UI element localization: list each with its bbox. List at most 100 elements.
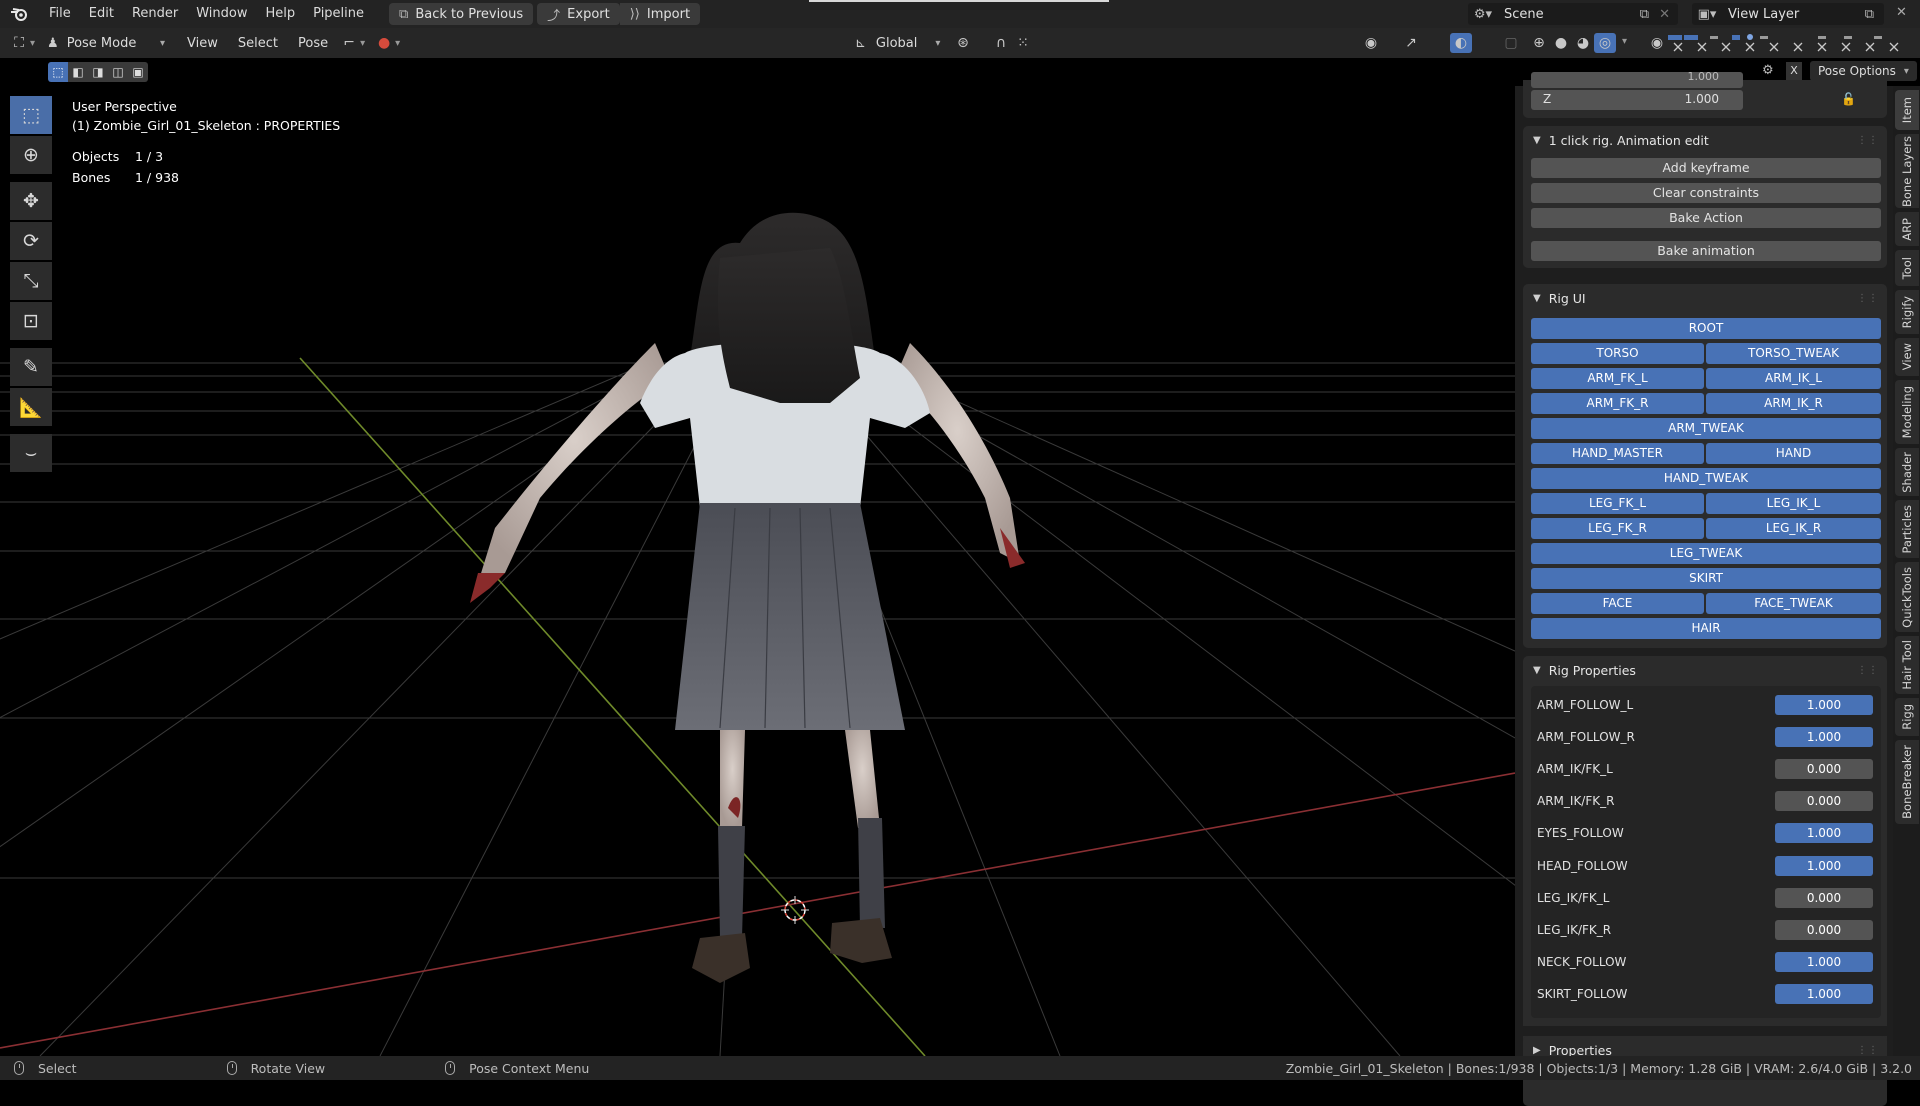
root-button[interactable]: ROOT [1531, 318, 1881, 339]
select-invert-icon[interactable]: ◫ [108, 62, 128, 82]
leg-fk-l-button[interactable]: LEG_FK_L [1531, 493, 1704, 514]
bone-roll-tool-icon[interactable]: ⌣ [10, 434, 52, 472]
back-to-previous-button[interactable]: ⧉ Back to Previous [389, 3, 534, 25]
transform-z-field[interactable]: Z 1.000 [1531, 90, 1743, 110]
new-scene-icon[interactable]: ⧉ [1640, 7, 1649, 22]
rig-properties-panel-header[interactable]: ▼ Rig Properties ⋮⋮ [1523, 656, 1887, 684]
menu-help[interactable]: Help [257, 0, 305, 28]
annotate-tool-icon[interactable]: ✎ [10, 348, 52, 386]
tab-bonebreaker[interactable]: BoneBreaker [1895, 740, 1919, 824]
drag-handle-icon[interactable]: ⋮⋮ [1857, 665, 1879, 676]
rendered-shading-icon[interactable]: ◎ [1594, 33, 1616, 53]
clear-constraints-button[interactable]: Clear constraints [1531, 183, 1881, 203]
delete-scene-icon[interactable]: ✕ [1659, 7, 1670, 22]
leg-ik-l-button[interactable]: LEG_IK_L [1706, 493, 1881, 514]
rig-property-slider[interactable]: 0.000 [1775, 791, 1873, 811]
chevron-down-icon[interactable]: ▾ [360, 38, 365, 49]
select-extend-icon[interactable]: ◧ [68, 62, 88, 82]
close-view-layer-icon[interactable]: ✕ [1896, 5, 1907, 20]
menu-pipeline[interactable]: Pipeline [304, 0, 373, 28]
rig-property-slider[interactable]: 1.000 [1775, 695, 1873, 715]
rig-property-slider[interactable]: 1.000 [1775, 984, 1873, 1004]
tab-bone-layers[interactable]: Bone Layers [1895, 134, 1919, 208]
skirt-button[interactable]: SKIRT [1531, 568, 1881, 589]
chevron-down-icon[interactable]: ▾ [1622, 36, 1627, 47]
overlays-icon[interactable]: ◐ [1450, 33, 1472, 53]
tab-particles[interactable]: Particles [1895, 500, 1919, 558]
transform-y-field[interactable]: 1.000 [1531, 72, 1743, 88]
rig-property-slider[interactable]: 1.000 [1775, 856, 1873, 876]
bone-layer-toggles[interactable] [1668, 33, 1916, 55]
cursor-tool-icon[interactable]: ⊕ [10, 136, 52, 174]
animation-edit-panel-header[interactable]: ▼ 1 click rig. Animation edit ⋮⋮ [1523, 126, 1887, 154]
pose-options-extra-icon[interactable]: ⚙ [1762, 63, 1774, 78]
drag-handle-icon[interactable]: ⋮⋮ [1857, 293, 1879, 304]
add-keyframe-button[interactable]: Add keyframe [1531, 158, 1881, 178]
new-view-layer-icon[interactable]: ⧉ [1865, 7, 1874, 22]
snap-icon[interactable]: ∩ [990, 33, 1012, 53]
face-tweak-button[interactable]: FACE_TWEAK [1706, 593, 1881, 614]
chevron-down-icon[interactable]: ▾ [395, 38, 400, 49]
mode-dropdown[interactable]: ♟ Pose Mode ▾ [47, 36, 165, 51]
auto-keying-icon[interactable]: ● [373, 33, 395, 53]
rotate-tool-icon[interactable]: ⟳ [10, 222, 52, 260]
mirror-x-toggle[interactable]: X [1786, 62, 1802, 80]
visibility-eye-icon[interactable]: ◉ [1360, 33, 1382, 53]
3d-viewport[interactable]: User Perspective (1) Zombie_Girl_01_Skel… [0, 58, 1515, 1056]
snap-grid-icon[interactable]: ⁙ [1012, 33, 1034, 53]
rig-property-slider[interactable]: 1.000 [1775, 952, 1873, 972]
menu-view[interactable]: View [177, 36, 228, 51]
xray-icon[interactable]: ▢ [1500, 33, 1522, 53]
select-new-icon[interactable]: ⬚ [48, 62, 68, 82]
bake-action-button[interactable]: Bake Action [1531, 208, 1881, 228]
menu-edit[interactable]: Edit [80, 0, 123, 28]
menu-file[interactable]: File [40, 0, 80, 28]
rig-property-slider[interactable]: 1.000 [1775, 823, 1873, 843]
export-button[interactable]: ⤴ Export [537, 3, 620, 25]
scale-tool-icon[interactable]: ⤡ [10, 262, 52, 300]
arm-fk-l-button[interactable]: ARM_FK_L [1531, 368, 1704, 389]
tab-quicktools[interactable]: QuickTools [1895, 562, 1919, 632]
drag-handle-icon[interactable]: ⋮⋮ [1857, 1045, 1879, 1056]
arm-tweak-button[interactable]: ARM_TWEAK [1531, 418, 1881, 439]
rig-property-slider[interactable]: 0.000 [1775, 920, 1873, 940]
tab-hair-tool[interactable]: Hair Tool [1895, 636, 1919, 694]
menu-pose[interactable]: Pose [288, 36, 338, 51]
select-box-tool-icon[interactable]: ⬚ [10, 96, 52, 134]
hand-button[interactable]: HAND [1706, 443, 1881, 464]
blender-logo-icon[interactable] [8, 3, 30, 25]
tab-modeling[interactable]: Modeling [1895, 380, 1919, 444]
leg-fk-r-button[interactable]: LEG_FK_R [1531, 518, 1704, 539]
tab-shader[interactable]: Shader [1895, 448, 1919, 496]
leg-ik-r-button[interactable]: LEG_IK_R [1706, 518, 1881, 539]
menu-window[interactable]: Window [187, 0, 256, 28]
transform-orientation-dropdown[interactable]: ⊾ Global ▾ [855, 36, 940, 51]
layer-eye-icon[interactable]: ◉ [1646, 33, 1668, 53]
editor-type-icon[interactable]: ⛶ [8, 33, 30, 53]
tab-rigify[interactable]: Rigify [1895, 290, 1919, 334]
arm-ik-l-button[interactable]: ARM_IK_L [1706, 368, 1881, 389]
bake-animation-button[interactable]: Bake animation [1531, 241, 1881, 261]
wireframe-shading-icon[interactable]: ⊕ [1528, 33, 1550, 53]
material-shading-icon[interactable]: ◕ [1572, 33, 1594, 53]
select-intersect-icon[interactable]: ▣ [128, 62, 148, 82]
rig-ui-panel-header[interactable]: ▼ Rig UI ⋮⋮ [1523, 284, 1887, 312]
hand-tweak-button[interactable]: HAND_TWEAK [1531, 468, 1881, 489]
tab-arp[interactable]: ARP [1895, 212, 1919, 246]
tab-tool[interactable]: Tool [1895, 250, 1919, 286]
hair-button[interactable]: HAIR [1531, 618, 1881, 639]
torso-button[interactable]: TORSO [1531, 343, 1704, 364]
rig-property-slider[interactable]: 0.000 [1775, 759, 1873, 779]
hand-master-button[interactable]: HAND_MASTER [1531, 443, 1704, 464]
menu-select[interactable]: Select [228, 36, 288, 51]
move-tool-icon[interactable]: ✥ [10, 182, 52, 220]
solid-shading-icon[interactable]: ● [1550, 33, 1572, 53]
arm-ik-r-button[interactable]: ARM_IK_R [1706, 393, 1881, 414]
editor-type-caret-icon[interactable]: ▾ [30, 38, 35, 49]
torso-tweak-button[interactable]: TORSO_TWEAK [1706, 343, 1881, 364]
measure-tool-icon[interactable]: 📐 [10, 388, 52, 426]
menu-render[interactable]: Render [123, 0, 187, 28]
pivot-point-icon[interactable]: ⊛ [952, 33, 974, 53]
rig-property-slider[interactable]: 0.000 [1775, 888, 1873, 908]
gizmo-icon[interactable]: ↗ [1400, 33, 1422, 53]
